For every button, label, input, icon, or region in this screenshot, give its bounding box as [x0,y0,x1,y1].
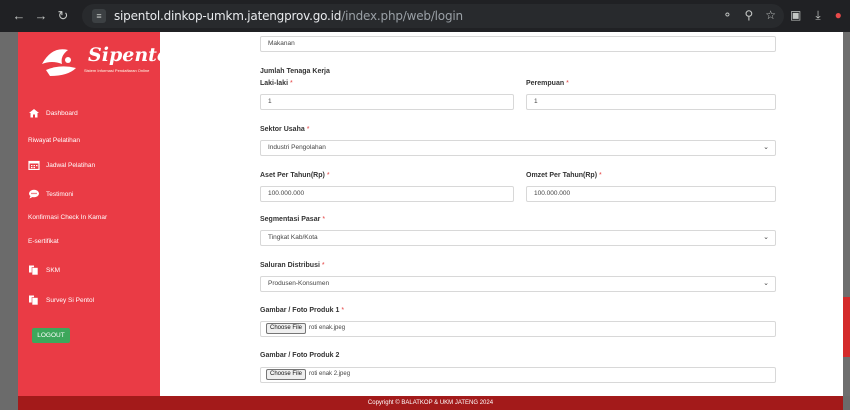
sidebar-item-label: Konfirmasi Check In Kamar [28,214,108,221]
sidebar-item-dashboard[interactable]: Dashboard [28,108,78,118]
page-footer: Copyright © BALATKOP & UKM JATENG 2024 [18,396,843,410]
browser-toolbar: ← → ↻ ≡ sipentol.dinkop-umkm.jatengprov.… [0,0,850,32]
sidebar-item-jadwal-pelatihan[interactable]: Jadwal Pelatihan [28,160,95,170]
foto2-file-input[interactable]: Choose File roti enak 2.jpeg [260,367,776,383]
files-icon [29,265,39,275]
zoom-icon[interactable]: ⚲ [744,8,753,22]
sidebar-item-e-sertifikat[interactable]: E-sertifikat [28,238,59,245]
sidebar-item-label: Survey Si Pentol [46,296,95,304]
saluran-label: Saluran Distribusi * [260,262,325,269]
segmentasi-value: Tingkat Kab/Kota [268,234,318,241]
choose-file-button[interactable]: Choose File [266,323,307,334]
sidebar-item-label: Testimoni [46,190,74,198]
omzet-input[interactable]: 100.000.000 [526,186,776,202]
foto2-label: Gambar / Foto Produk 2 [260,352,340,359]
sidebar-item-testimoni[interactable]: Testimoni [28,189,73,199]
home-icon [29,109,39,118]
page-left-edge [0,32,18,410]
chevron-down-icon: ⌄ [763,144,769,151]
forward-icon[interactable]: → [30,8,52,23]
chat-icon [29,189,39,199]
back-icon[interactable]: ← [8,8,30,23]
perempuan-label: Perempuan * [526,80,569,87]
segmentasi-label: Segmentasi Pasar * [260,216,326,223]
sidebar-item-label: Riwayat Pelatihan [28,137,81,144]
address-bar[interactable]: ≡ sipentol.dinkop-umkm.jatengprov.go.id /… [82,4,784,28]
site-logo[interactable]: Sipentol Sistem Informasi Pendaftaran On… [34,40,177,82]
aset-label: Aset Per Tahun(Rp) * [260,172,330,179]
sidebar-item-label: SKM [46,266,61,274]
tenaga-kerja-heading: Jumlah Tenaga Kerja [260,68,330,75]
product-type-field[interactable]: Makanan [260,36,776,52]
logo-subtitle: Sistem Informasi Pendaftaran Online [84,68,150,73]
laki-laki-label: Laki-laki * [260,80,293,87]
site-info-icon[interactable]: ≡ [92,9,106,23]
foto1-file-input[interactable]: Choose File roti enak.jpeg [260,321,776,337]
sektor-usaha-value: Industri Pengolahan [268,144,326,151]
sidebar-item-label: Jadwal Pelatihan [46,161,96,169]
foto1-label: Gambar / Foto Produk 1 * [260,307,345,314]
sidebar-item-konfirmasi-check-in[interactable]: Konfirmasi Check In Kamar [28,214,107,221]
calendar-icon [28,160,40,170]
sidebar: Sipentol Sistem Informasi Pendaftaran On… [18,32,177,396]
omzet-label: Omzet Per Tahun(Rp) * [526,172,602,179]
extensions-icon[interactable]: ▣ [790,8,801,23]
url-host: sipentol.dinkop-umkm.jatengprov.go.id [114,9,342,23]
choose-file-button[interactable]: Choose File [266,369,307,380]
perempuan-input[interactable]: 1 [526,94,776,110]
sidebar-item-skm[interactable]: SKM [28,265,60,275]
logout-button[interactable]: LOGOUT [32,328,70,343]
bookmark-star-icon[interactable]: ☆ [765,8,776,22]
saluran-select[interactable]: Produsen-Konsumen ⌄ [260,276,776,292]
sidebar-item-label: E-sertifikat [28,238,59,245]
logo-mark-icon [42,49,76,76]
aset-input[interactable]: 100.000.000 [260,186,514,202]
password-key-icon[interactable]: ⚬ [722,8,732,22]
laki-laki-input[interactable]: 1 [260,94,514,110]
chevron-down-icon: ⌄ [763,280,769,287]
sektor-usaha-select[interactable]: Industri Pengolahan ⌄ [260,140,776,156]
profile-icon[interactable]: ● [835,8,842,23]
sektor-usaha-label: Sektor Usaha * [260,126,310,133]
chevron-down-icon: ⌄ [763,234,769,241]
scrollbar-thumb[interactable] [843,297,850,357]
sidebar-item-survey[interactable]: Survey Si Pentol [28,295,94,305]
reload-icon[interactable]: ↻ [52,8,74,24]
download-icon[interactable]: ⤓ [815,8,820,23]
sidebar-item-riwayat-pelatihan[interactable]: Riwayat Pelatihan [28,137,80,144]
saluran-value: Produsen-Konsumen [268,280,330,287]
url-path: /index.php/web/login [341,9,463,23]
segmentasi-select[interactable]: Tingkat Kab/Kota ⌄ [260,230,776,246]
file-name: roti enak 2.jpeg [309,371,351,377]
registration-form: Makanan Jumlah Tenaga Kerja Laki-laki * 1… [160,32,843,396]
file-name: roti enak.jpeg [309,325,346,331]
files-icon [29,295,39,305]
sidebar-item-label: Dashboard [46,109,78,117]
